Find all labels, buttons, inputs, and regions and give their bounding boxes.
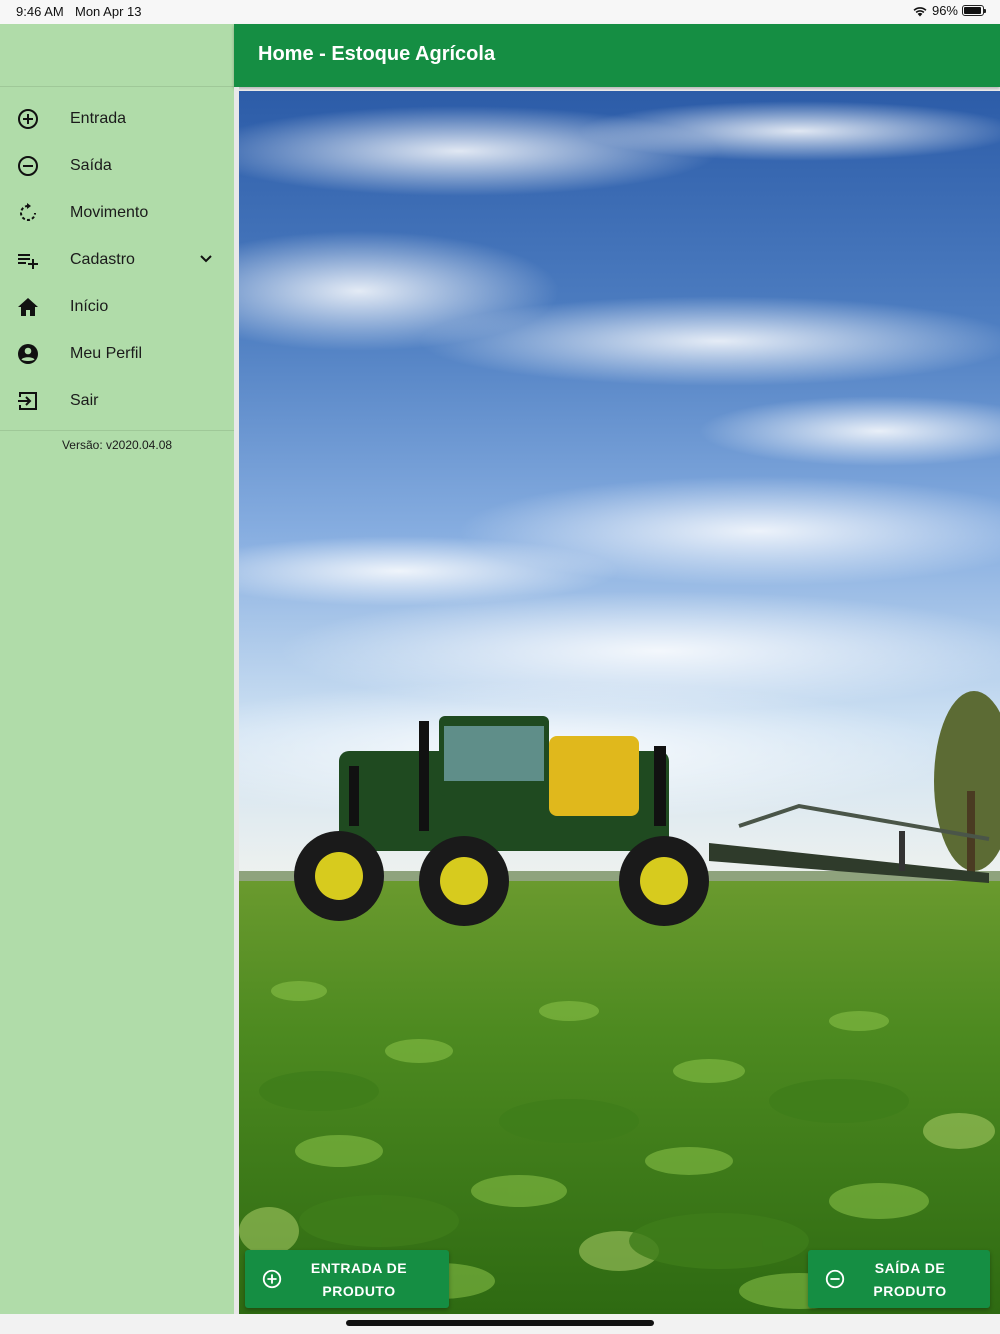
menu-item-sair[interactable]: Sair	[0, 377, 234, 424]
menu-label: Movimento	[70, 203, 149, 221]
hero-image	[239, 91, 1000, 1314]
page-title: Home - Estoque Agrícola	[258, 43, 496, 65]
remove-circle-icon	[825, 1269, 845, 1289]
wifi-icon	[913, 6, 927, 16]
saida-produto-label: SAÍDA DE PRODUTO	[864, 1257, 956, 1303]
label-line: PRODUTO	[322, 1283, 396, 1299]
entrada-produto-button[interactable]: ENTRADA DE PRODUTO	[245, 1250, 449, 1308]
status-time: 9:46 AM	[16, 4, 64, 19]
menu-item-cadastro[interactable]: Cadastro	[0, 236, 234, 283]
refresh-icon	[20, 203, 36, 221]
version-label: Versão: v2020.04.08	[61, 438, 173, 452]
menu-item-meu-perfil[interactable]: Meu Perfil	[0, 330, 234, 377]
farm-sprayer-illustration	[239, 91, 1000, 1314]
home-icon	[18, 298, 38, 316]
remove-circle-icon	[18, 156, 38, 176]
saida-produto-button[interactable]: SAÍDA DE PRODUTO	[808, 1250, 990, 1308]
menu-label: Entrada	[70, 109, 127, 127]
menu-label: Cadastro	[70, 250, 135, 268]
status-bar: 9:46 AM Mon Apr 13 96%	[0, 0, 1000, 24]
home-indicator[interactable]	[346, 1320, 654, 1326]
exit-icon	[18, 392, 37, 410]
drawer-header	[0, 24, 234, 87]
app-bar: Home - Estoque Agrícola	[234, 24, 1000, 87]
menu-item-saida[interactable]: Saída	[0, 142, 234, 189]
navigation-drawer: Entrada Saída Movimento Cadastro Início …	[0, 24, 234, 1314]
battery-icon	[962, 5, 986, 16]
menu-label: Início	[70, 297, 109, 315]
drawer-menu: Entrada Saída Movimento Cadastro Início …	[0, 87, 234, 431]
status-date: Mon Apr 13	[75, 4, 142, 19]
label-line: SAÍDA DE	[874, 1260, 946, 1276]
add-circle-icon	[18, 109, 38, 129]
label-line: PRODUTO	[873, 1283, 947, 1299]
entrada-produto-label: ENTRADA DE PRODUTO	[301, 1257, 417, 1303]
menu-label: Sair	[70, 391, 99, 409]
menu-label: Meu Perfil	[70, 344, 143, 362]
menu-label: Saída	[70, 156, 112, 174]
chevron-down-icon[interactable]	[196, 249, 216, 269]
menu-item-movimento[interactable]: Movimento	[0, 189, 234, 236]
status-right: 96%	[912, 3, 986, 18]
account-circle-icon	[18, 344, 38, 364]
add-circle-icon	[262, 1269, 282, 1289]
label-line: ENTRADA DE	[310, 1260, 408, 1276]
menu-item-entrada[interactable]: Entrada	[0, 95, 234, 142]
battery-percent: 96%	[931, 3, 958, 18]
menu-item-inicio[interactable]: Início	[0, 283, 234, 330]
playlist-add-icon	[18, 254, 38, 269]
